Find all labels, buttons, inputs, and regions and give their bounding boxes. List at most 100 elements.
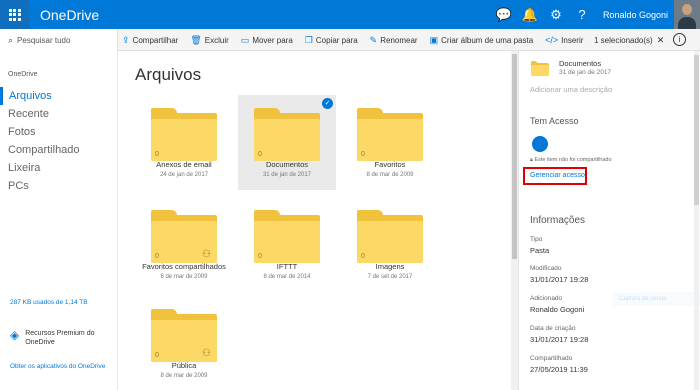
delete-label: Excluir [204,35,229,45]
scrollbar-thumb[interactable] [694,55,699,205]
waffle-icon [8,8,21,21]
sidebar: OneDrive Arquivos Recente Fotos Comparti… [0,51,118,390]
close-icon[interactable]: ✕ [657,35,665,46]
item-count: 0 [258,253,262,260]
folder-tile[interactable]: 0 Favoritos 8 de mar de 2009 [341,95,439,190]
selection-count[interactable]: 1 selecionado(s) ✕ [594,29,664,51]
chat-icon[interactable]: 💬 [491,0,517,29]
folder-date: 24 de jan de 2017 [159,172,209,178]
rename-button[interactable]: ✎ Renomear [370,35,418,46]
pencil-icon: ✎ [369,34,378,45]
move-icon: ▭ [240,34,250,45]
share-icon: ⇪ [122,34,130,45]
app-launcher-button[interactable] [0,0,29,29]
rename-label: Renomear [380,35,418,45]
info-icon[interactable]: i [673,33,686,46]
create-album-button[interactable]: ▣ Criar álbum de uma pasta [430,35,534,46]
item-count: 0 [361,151,365,158]
folder-tile-selected[interactable]: ✓ 0 Documentos 31 de jan de 2017 [238,95,336,190]
folder-tile[interactable]: 0 Imagens 7 de set de 2017 [341,197,439,292]
item-count: 0 [361,253,365,260]
get-apps-link[interactable]: Obter os aplicativos do OneDrive [10,363,110,371]
person-icon: 👤 [532,136,548,152]
item-count: 0 [155,253,159,260]
avatar[interactable] [674,0,700,29]
shared-label: Compartilhado [530,355,573,362]
delete-button[interactable]: 🗑 Excluir [190,35,228,46]
move-to-button[interactable]: ▭ Mover para [241,35,293,46]
window-capture-overlay: Captura de janela [613,292,700,306]
access-heading: Tem Acesso [530,116,579,126]
file-grid-scrollbar[interactable] [511,51,518,390]
created-value: 31/01/2017 19:28 [530,335,589,344]
file-grid: Arquivos 0 Anexos de email 24 de jan de … [118,51,510,390]
sidebar-item-compartilhado[interactable]: Compartilhado [0,141,118,159]
checkmark-icon[interactable]: ✓ [322,98,333,109]
folder-tile[interactable]: 0 IFTTT 8 de mar de 2014 [238,197,336,292]
user-name[interactable]: Ronaldo Gogoni [603,10,668,20]
not-shared-text: 🔒︎ Este item não foi compartilhado [530,157,612,164]
bell-icon[interactable]: 🔔 [517,0,543,29]
sidebar-item-fotos[interactable]: Fotos [0,123,118,141]
item-count: 0 [155,352,159,359]
details-title: Documentos [559,59,602,68]
brand-title[interactable]: OneDrive [40,7,99,23]
diamond-icon: ◈ [10,328,20,342]
folder-date: 31 de jan de 2017 [262,172,312,178]
folder-icon: 0 [357,108,423,161]
premium-label: Recursos Premium do OneDrive [25,330,95,346]
create-album-label: Criar álbum de uma pasta [441,35,534,45]
folder-date: 8 de mar de 2014 [263,274,311,280]
shared-value: 27/05/2019 11:39 [530,365,588,374]
command-bar: ⌕ Pesquisar tudo ⇪ Compartilhar 🗑 Excluir … [0,29,700,51]
search-input[interactable]: ⌕ Pesquisar tudo [0,29,118,51]
folder-tile[interactable]: 0 ⚇ Pública 8 de mar de 2009 [135,296,233,390]
details-date: 31 de jan de 2017 [559,69,612,76]
gear-icon[interactable]: ⚙ [543,0,569,29]
folder-icon: 0 [254,210,320,263]
share-button[interactable]: ⇪ Compartilhar [122,35,178,46]
sidebar-item-lixeira[interactable]: Lixeira [0,159,118,177]
top-bar: OneDrive 💬 🔔 ⚙ ? Ronaldo Gogoni [0,0,700,29]
storage-usage-link[interactable]: 287 KB usados de 1,14 TB [10,299,88,306]
selection-count-label: 1 selecionado(s) [594,35,653,45]
item-count: 0 [155,151,159,158]
add-description-field[interactable]: Adicionar uma descrição [530,85,612,94]
folder-name: Anexos de email [156,160,212,169]
created-label: Data de criação [530,325,576,332]
search-placeholder: Pesquisar tudo [17,35,71,45]
search-icon: ⌕ [8,34,14,45]
folder-tile[interactable]: 0 Anexos de email 24 de jan de 2017 [135,95,233,190]
folder-name: Imagens [375,262,405,271]
added-value: Ronaldo Gogoni [530,305,585,314]
copy-to-label: Copiar para [315,35,358,45]
folder-name: IFTTT [276,262,298,271]
album-icon: ▣ [429,34,439,45]
folder-icon: 0 [254,108,320,161]
sidebar-item-pcs[interactable]: PCs [0,177,118,195]
not-shared-label: Este item não foi compartilhado [534,157,612,163]
folder-name: Documentos [265,160,309,169]
copy-icon: ❐ [304,34,313,45]
share-label: Compartilhar [132,35,179,45]
shared-people-icon: ⚇ [202,348,211,359]
folder-date: 8 de mar de 2009 [160,274,208,280]
details-pane: Documentos 31 de jan de 2017 Adicionar u… [518,51,700,390]
folder-tile[interactable]: 0 ⚇ Favoritos compartilhados 8 de mar de… [135,197,233,292]
info-heading: Informações [530,215,586,226]
item-count: 0 [258,151,262,158]
help-icon[interactable]: ? [569,0,595,29]
shared-people-icon: ⚇ [202,249,211,260]
folder-icon [531,61,549,76]
premium-link[interactable]: ◈ Recursos Premium do OneDrive [10,329,115,347]
embed-button[interactable]: </> Inserir [545,35,583,45]
scrollbar-thumb[interactable] [512,54,517,259]
folder-date: 8 de mar de 2009 [366,172,414,178]
embed-label: Inserir [561,35,584,45]
copy-to-button[interactable]: ❐ Copiar para [305,35,358,46]
sidebar-item-recente[interactable]: Recente [0,105,118,123]
sidebar-nav: Arquivos Recente Fotos Compartilhado Lix… [0,87,118,195]
sidebar-item-arquivos[interactable]: Arquivos [0,87,118,105]
details-scrollbar[interactable] [694,51,699,390]
manage-access-link[interactable]: Gerenciar acesso [523,167,587,185]
